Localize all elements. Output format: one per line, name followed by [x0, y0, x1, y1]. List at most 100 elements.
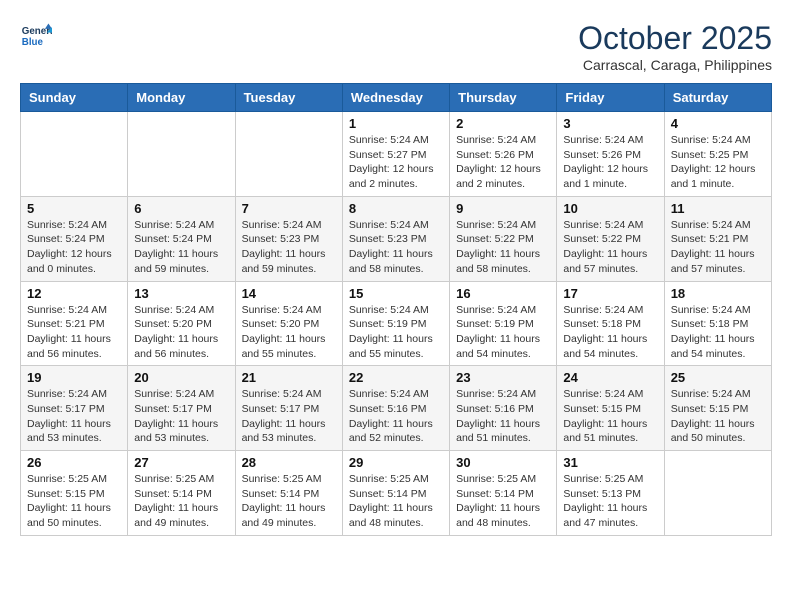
day-number: 29	[349, 455, 443, 470]
day-number: 10	[563, 201, 657, 216]
day-cell: 12 Sunrise: 5:24 AMSunset: 5:21 PMDayligh…	[21, 281, 128, 366]
day-number: 30	[456, 455, 550, 470]
month-title: October 2025	[578, 20, 772, 57]
day-cell: 11 Sunrise: 5:24 AMSunset: 5:21 PMDayligh…	[664, 196, 771, 281]
day-info: Sunrise: 5:24 AMSunset: 5:21 PMDaylight:…	[671, 218, 765, 277]
week-row-3: 19Sunrise: 5:24 AMSunset: 5:17 PMDayligh…	[21, 366, 772, 451]
day-number: 12	[27, 286, 121, 301]
day-cell: 10 Sunrise: 5:24 AMSunset: 5:22 PMDayligh…	[557, 196, 664, 281]
day-cell	[128, 112, 235, 197]
day-info: Sunrise: 5:24 AMSunset: 5:24 PMDaylight:…	[134, 218, 228, 277]
weekday-tuesday: Tuesday	[235, 84, 342, 112]
day-info: Sunrise: 5:24 AMSunset: 5:24 PMDaylight:…	[27, 218, 121, 277]
day-info: Sunrise: 5:24 AMSunset: 5:23 PMDaylight:…	[242, 218, 336, 277]
day-info: Sunrise: 5:25 AMSunset: 5:14 PMDaylight:…	[242, 472, 336, 531]
day-info: Sunrise: 5:24 AMSunset: 5:23 PMDaylight:…	[349, 218, 443, 277]
calendar-table: SundayMondayTuesdayWednesdayThursdayFrid…	[20, 83, 772, 536]
day-number: 11	[671, 201, 765, 216]
day-cell: 2 Sunrise: 5:24 AMSunset: 5:26 PMDaylight…	[450, 112, 557, 197]
weekday-thursday: Thursday	[450, 84, 557, 112]
week-row-1: 5 Sunrise: 5:24 AMSunset: 5:24 PMDaylight…	[21, 196, 772, 281]
day-number: 20	[134, 370, 228, 385]
day-info: Sunrise: 5:24 AMSunset: 5:19 PMDaylight:…	[349, 303, 443, 362]
day-number: 24	[563, 370, 657, 385]
day-cell	[664, 451, 771, 536]
weekday-saturday: Saturday	[664, 84, 771, 112]
day-cell: 16 Sunrise: 5:24 AMSunset: 5:19 PMDayligh…	[450, 281, 557, 366]
day-cell: 9 Sunrise: 5:24 AMSunset: 5:22 PMDaylight…	[450, 196, 557, 281]
day-cell: 5 Sunrise: 5:24 AMSunset: 5:24 PMDaylight…	[21, 196, 128, 281]
day-info: Sunrise: 5:24 AMSunset: 5:20 PMDaylight:…	[134, 303, 228, 362]
day-number: 15	[349, 286, 443, 301]
day-info: Sunrise: 5:24 AMSunset: 5:19 PMDaylight:…	[456, 303, 550, 362]
day-info: Sunrise: 5:24 AMSunset: 5:16 PMDaylight:…	[456, 387, 550, 446]
day-number: 5	[27, 201, 121, 216]
day-cell: 1 Sunrise: 5:24 AMSunset: 5:27 PMDaylight…	[342, 112, 449, 197]
calendar-body: 1 Sunrise: 5:24 AMSunset: 5:27 PMDaylight…	[21, 112, 772, 536]
day-cell: 28 Sunrise: 5:25 AMSunset: 5:14 PMDayligh…	[235, 451, 342, 536]
day-cell	[21, 112, 128, 197]
day-cell: 20 Sunrise: 5:24 AMSunset: 5:17 PMDayligh…	[128, 366, 235, 451]
day-number: 4	[671, 116, 765, 131]
week-row-4: 26Sunrise: 5:25 AMSunset: 5:15 PMDayligh…	[21, 451, 772, 536]
day-info: Sunrise: 5:24 AMSunset: 5:22 PMDaylight:…	[563, 218, 657, 277]
day-cell: 21 Sunrise: 5:24 AMSunset: 5:17 PMDayligh…	[235, 366, 342, 451]
day-cell: 30Sunrise: 5:25 AMSunset: 5:14 PMDayligh…	[450, 451, 557, 536]
title-area: October 2025 Carrascal, Caraga, Philippi…	[578, 20, 772, 73]
day-info: Sunrise: 5:24 AMSunset: 5:15 PMDaylight:…	[671, 387, 765, 446]
day-info: Sunrise: 5:25 AMSunset: 5:14 PMDaylight:…	[134, 472, 228, 531]
day-info: Sunrise: 5:25 AMSunset: 5:15 PMDaylight:…	[27, 472, 121, 531]
day-number: 23	[456, 370, 550, 385]
day-number: 21	[242, 370, 336, 385]
day-cell: 4 Sunrise: 5:24 AMSunset: 5:25 PMDaylight…	[664, 112, 771, 197]
week-row-2: 12 Sunrise: 5:24 AMSunset: 5:21 PMDayligh…	[21, 281, 772, 366]
weekday-header: SundayMondayTuesdayWednesdayThursdayFrid…	[21, 84, 772, 112]
day-info: Sunrise: 5:24 AMSunset: 5:18 PMDaylight:…	[563, 303, 657, 362]
day-cell	[235, 112, 342, 197]
day-number: 25	[671, 370, 765, 385]
day-number: 14	[242, 286, 336, 301]
day-info: Sunrise: 5:25 AMSunset: 5:14 PMDaylight:…	[349, 472, 443, 531]
day-info: Sunrise: 5:24 AMSunset: 5:25 PMDaylight:…	[671, 133, 765, 192]
day-number: 8	[349, 201, 443, 216]
day-cell: 25 Sunrise: 5:24 AMSunset: 5:15 PMDayligh…	[664, 366, 771, 451]
day-number: 13	[134, 286, 228, 301]
day-cell: 14 Sunrise: 5:24 AMSunset: 5:20 PMDayligh…	[235, 281, 342, 366]
day-cell: 29 Sunrise: 5:25 AMSunset: 5:14 PMDayligh…	[342, 451, 449, 536]
day-info: Sunrise: 5:24 AMSunset: 5:17 PMDaylight:…	[134, 387, 228, 446]
day-cell: 8 Sunrise: 5:24 AMSunset: 5:23 PMDaylight…	[342, 196, 449, 281]
day-info: Sunrise: 5:24 AMSunset: 5:16 PMDaylight:…	[349, 387, 443, 446]
week-row-0: 1 Sunrise: 5:24 AMSunset: 5:27 PMDaylight…	[21, 112, 772, 197]
svg-text:Blue: Blue	[22, 37, 44, 48]
day-number: 1	[349, 116, 443, 131]
logo-icon: General Blue	[20, 20, 52, 52]
day-number: 16	[456, 286, 550, 301]
weekday-friday: Friday	[557, 84, 664, 112]
day-info: Sunrise: 5:24 AMSunset: 5:20 PMDaylight:…	[242, 303, 336, 362]
day-info: Sunrise: 5:25 AMSunset: 5:13 PMDaylight:…	[563, 472, 657, 531]
day-cell: 19Sunrise: 5:24 AMSunset: 5:17 PMDayligh…	[21, 366, 128, 451]
day-info: Sunrise: 5:24 AMSunset: 5:27 PMDaylight:…	[349, 133, 443, 192]
day-cell: 7 Sunrise: 5:24 AMSunset: 5:23 PMDaylight…	[235, 196, 342, 281]
day-number: 7	[242, 201, 336, 216]
day-cell: 23 Sunrise: 5:24 AMSunset: 5:16 PMDayligh…	[450, 366, 557, 451]
day-info: Sunrise: 5:24 AMSunset: 5:22 PMDaylight:…	[456, 218, 550, 277]
day-info: Sunrise: 5:24 AMSunset: 5:21 PMDaylight:…	[27, 303, 121, 362]
day-cell: 26Sunrise: 5:25 AMSunset: 5:15 PMDayligh…	[21, 451, 128, 536]
day-info: Sunrise: 5:24 AMSunset: 5:17 PMDaylight:…	[242, 387, 336, 446]
location-title: Carrascal, Caraga, Philippines	[578, 57, 772, 73]
day-number: 9	[456, 201, 550, 216]
weekday-sunday: Sunday	[21, 84, 128, 112]
day-number: 2	[456, 116, 550, 131]
day-number: 28	[242, 455, 336, 470]
day-cell: 15 Sunrise: 5:24 AMSunset: 5:19 PMDayligh…	[342, 281, 449, 366]
day-cell: 24Sunrise: 5:24 AMSunset: 5:15 PMDayligh…	[557, 366, 664, 451]
weekday-monday: Monday	[128, 84, 235, 112]
day-number: 27	[134, 455, 228, 470]
day-cell: 3Sunrise: 5:24 AMSunset: 5:26 PMDaylight…	[557, 112, 664, 197]
day-info: Sunrise: 5:24 AMSunset: 5:26 PMDaylight:…	[456, 133, 550, 192]
day-number: 6	[134, 201, 228, 216]
day-number: 3	[563, 116, 657, 131]
day-cell: 17Sunrise: 5:24 AMSunset: 5:18 PMDayligh…	[557, 281, 664, 366]
day-number: 31	[563, 455, 657, 470]
